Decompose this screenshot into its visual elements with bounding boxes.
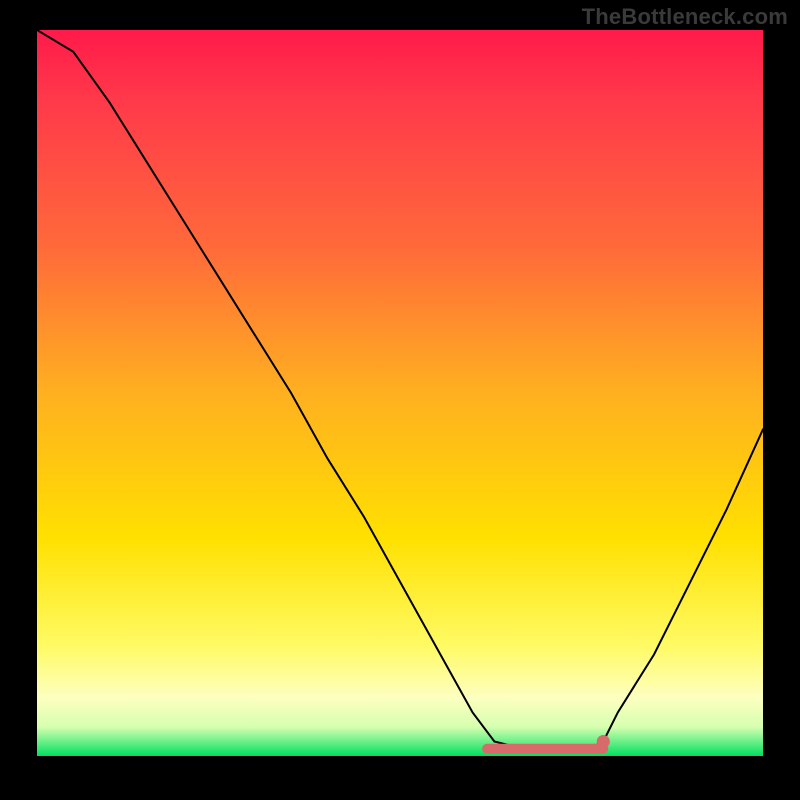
attribution-text: TheBottleneck.com — [582, 4, 788, 30]
curve-layer — [37, 30, 763, 756]
bottleneck-curve-path — [37, 30, 763, 749]
plot-area — [37, 30, 763, 756]
optimal-marker — [597, 735, 610, 748]
chart-frame: TheBottleneck.com — [0, 0, 800, 800]
